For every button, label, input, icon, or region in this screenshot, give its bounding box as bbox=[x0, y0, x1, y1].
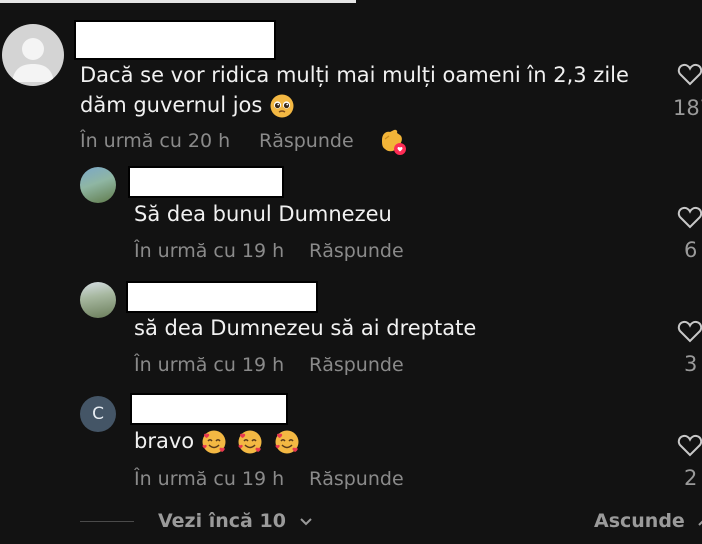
smiling-face-with-hearts-icon bbox=[275, 430, 299, 454]
reply-time: În urmă cu 19 h bbox=[134, 468, 285, 490]
comment-text: Dacă se vor ridica mulți mai mulți oamen… bbox=[80, 60, 655, 120]
smiling-face-with-hearts-icon bbox=[238, 430, 262, 454]
creator-liked-reaction-icon bbox=[382, 129, 406, 155]
heart-icon[interactable] bbox=[677, 205, 702, 229]
comment-time: În urmă cu 20 h bbox=[80, 130, 231, 152]
heart-icon[interactable] bbox=[677, 62, 702, 86]
like-count: 2 bbox=[684, 466, 698, 490]
reply-button[interactable]: Răspunde bbox=[309, 468, 404, 490]
redacted-username bbox=[130, 393, 288, 425]
reply-time: În urmă cu 19 h bbox=[134, 354, 285, 376]
comment-body: Dacă se vor ridica mulți mai mulți oamen… bbox=[80, 63, 629, 117]
reply-text: să dea Dumnezeu să ai dreptate bbox=[134, 316, 477, 340]
chevron-down-icon bbox=[299, 517, 312, 525]
redacted-username bbox=[128, 166, 284, 198]
heart-icon[interactable] bbox=[677, 319, 702, 343]
smiling-face-with-hearts-icon bbox=[202, 430, 226, 454]
like-count: 6 bbox=[684, 238, 698, 262]
view-more-label: Vezi încă 10 bbox=[158, 510, 286, 532]
avatar[interactable] bbox=[80, 167, 116, 203]
redacted-username bbox=[74, 20, 276, 60]
default-avatar[interactable] bbox=[2, 24, 64, 86]
reply-text: Să dea bunul Dumnezeu bbox=[134, 202, 392, 226]
hide-label: Ascunde bbox=[594, 510, 685, 532]
like-count: 187 bbox=[673, 96, 702, 120]
view-more-replies-button[interactable]: Vezi încă 10 bbox=[158, 510, 313, 532]
reply-button[interactable]: Răspunde bbox=[309, 240, 404, 262]
reply-button[interactable]: Răspunde bbox=[309, 354, 404, 376]
avatar[interactable]: C bbox=[80, 396, 116, 432]
reply-time: În urmă cu 19 h bbox=[134, 240, 285, 262]
avatar[interactable] bbox=[80, 282, 116, 318]
pleading-face-icon bbox=[270, 94, 294, 118]
user-silhouette-icon bbox=[12, 38, 54, 82]
progress-indicator bbox=[0, 0, 356, 3]
redacted-username bbox=[126, 281, 318, 313]
heart-icon[interactable] bbox=[677, 433, 702, 457]
hide-replies-button[interactable]: Ascunde bbox=[594, 510, 702, 532]
chevron-up-icon bbox=[698, 520, 702, 526]
divider bbox=[80, 521, 134, 522]
reply-button[interactable]: Răspunde bbox=[259, 130, 354, 152]
reply-body: bravo bbox=[134, 429, 195, 453]
reply-text: bravo bbox=[134, 426, 300, 456]
like-count: 3 bbox=[684, 352, 698, 376]
